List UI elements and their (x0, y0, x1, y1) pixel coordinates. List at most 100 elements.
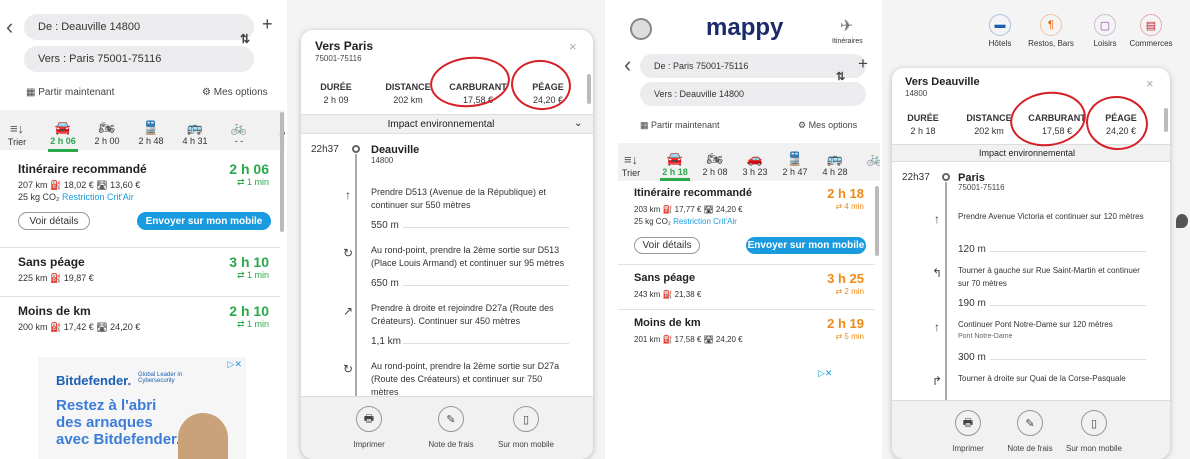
to-label: Vers : Paris 75001-75116 (38, 53, 162, 65)
straight-arrow-icon: ↑ (934, 212, 940, 226)
close-icon-right[interactable]: × (1146, 76, 1154, 91)
route-title[interactable]: Itinéraire recommandé (18, 162, 147, 176)
stat-1: DURÉE 2 h 18 (892, 113, 954, 136)
gear-icon-right: ⚙ (798, 120, 809, 130)
leisure-icon[interactable]: ▢ (1094, 14, 1116, 36)
mode-tab-6[interactable]: 🚲 (858, 151, 880, 167)
left-scrollbar[interactable] (280, 112, 284, 232)
send-to-mobile-button[interactable]: Envoyer sur mon mobile (137, 212, 271, 230)
footer-label[interactable]: Note de frais (411, 440, 491, 449)
details-button[interactable]: Voir détails (634, 237, 700, 254)
mode-tab-label: 2 h 18 (662, 167, 688, 177)
detail-scrollbar[interactable] (587, 74, 591, 104)
route-title[interactable]: Sans péage (634, 272, 695, 284)
shop-icon[interactable]: ▤ (1140, 14, 1162, 36)
mode-tab-3[interactable]: 🚆 2 h 48 (134, 120, 168, 146)
calendar-icon: ▦ (26, 87, 39, 98)
mode-tab-2[interactable]: 🏍 2 h 08 (698, 151, 732, 177)
to-input[interactable]: Vers : Paris 75001-75116 (24, 46, 254, 72)
profile-icon[interactable] (630, 18, 652, 40)
active-tab-underline (48, 149, 78, 152)
right-route-panel: mappy ✈ Itinéraires ‹ De : Paris 75001-7… (618, 0, 880, 459)
top-category-label[interactable]: Commerces (1121, 39, 1181, 48)
add-stop-icon-right[interactable]: + (858, 54, 868, 74)
depart-now-right[interactable]: ▦ Partir maintenant (640, 120, 720, 131)
critair-link[interactable]: Restriction Crit'Air (673, 217, 737, 226)
route-title[interactable]: Moins de km (18, 304, 91, 318)
map-marker-icon[interactable] (1176, 214, 1188, 228)
left-ad[interactable]: ▷✕ Bitdefender. Global Leader in Cyberse… (38, 357, 246, 459)
co2-info: 25 kg CO₂ Restriction Crit'Air (18, 192, 134, 202)
train-icon: 🚆 (786, 151, 804, 166)
mobile-icon[interactable]: ▯ (513, 406, 539, 432)
mode-tab-2[interactable]: 🏍 2 h 00 (90, 120, 124, 146)
route-title[interactable]: Itinéraire recommandé (634, 187, 752, 199)
traffic-delay: ⇄ 1 min (236, 270, 269, 280)
route-time: 2 h 10 (229, 303, 269, 319)
options-button-right[interactable]: ⚙ Mes options (798, 120, 857, 131)
logo-text: mappy (706, 14, 784, 41)
to-input-right[interactable]: Vers : Deauville 14800 (640, 82, 866, 106)
footer-label[interactable]: Imprimer (329, 440, 409, 449)
footer-label[interactable]: Sur mon mobile (1054, 444, 1134, 453)
car2-icon: 🚗 (746, 151, 764, 166)
detail-scrollbar-right[interactable] (1164, 108, 1168, 132)
route-separator (618, 264, 875, 265)
add-stop-icon[interactable]: + (262, 14, 273, 35)
impact-bar[interactable]: Impact environnemental ⌄ (301, 114, 593, 134)
roundabout-icon: ↻ (342, 362, 354, 376)
send-to-mobile-button[interactable]: Envoyer sur mon mobile (746, 237, 866, 254)
mobile-icon[interactable]: ▯ (1081, 410, 1107, 436)
step-instruction: Au rond-point, prendre la 2ème sortie su… (371, 245, 565, 268)
route-title[interactable]: Sans péage (18, 255, 85, 269)
footer-label[interactable]: Sur mon mobile (486, 440, 566, 449)
mode-tab-1[interactable]: 🚘 2 h 18 (658, 151, 692, 177)
critair-link[interactable]: Restriction Crit'Air (62, 192, 134, 202)
step-distance: 300 m (958, 352, 986, 363)
route-info: 225 km ⛽ 19,87 € (18, 273, 94, 283)
start-dot-icon (352, 145, 360, 153)
back-icon-right[interactable]: ‹ (624, 52, 631, 78)
restaurant-icon[interactable]: ¶ (1040, 14, 1062, 36)
details-button[interactable]: Voir détails (18, 212, 90, 230)
options-label-right: Mes options (808, 120, 858, 130)
mode-tab-5[interactable]: 🚲 - - (222, 120, 256, 146)
back-icon[interactable]: ‹ (6, 14, 13, 40)
top-category-label[interactable]: Restos, Bars (1021, 39, 1081, 48)
itinerary-icon[interactable]: ✈ (840, 16, 853, 36)
route-title[interactable]: Moins de km (634, 317, 701, 329)
close-icon[interactable]: × (569, 39, 577, 54)
right-scrollbar[interactable] (875, 186, 879, 256)
mode-tab-5[interactable]: 🚌 4 h 28 (818, 151, 852, 177)
mode-tab-4[interactable]: 🚆 2 h 47 (778, 151, 812, 177)
mappy-logo[interactable]: mappy (706, 14, 783, 42)
step-distance: 190 m (958, 298, 986, 309)
printer-icon[interactable]: 🖶 (356, 406, 382, 432)
itinerary-label: Itinéraires (832, 38, 863, 45)
depart-now[interactable]: ▦ Partir maintenant (26, 87, 114, 98)
traffic-delay: ⇄ 4 min (835, 202, 865, 211)
mode-tab-label: 2 h 47 (782, 167, 808, 177)
expense-note-icon[interactable]: ✎ (1017, 410, 1043, 436)
sort-button[interactable]: ≡↓ Trier (6, 121, 28, 147)
mode-tab-1[interactable]: 🚘 2 h 06 (46, 120, 80, 146)
from-input[interactable]: De : Deauville 14800 (24, 14, 254, 40)
route-time: 2 h 06 (229, 161, 269, 177)
from-input-right[interactable]: De : Paris 75001-75116 (640, 54, 866, 78)
printer-icon[interactable]: 🖶 (955, 410, 981, 436)
stat-value: 202 km (393, 95, 423, 105)
swap-icon[interactable]: ⇅ (240, 32, 250, 46)
mode-tab-3[interactable]: 🚗 3 h 23 (738, 151, 772, 177)
ad-choices-icon[interactable]: ▷✕ (228, 359, 242, 370)
route-time: 3 h 25 (827, 271, 864, 286)
route-time: 3 h 10 (229, 254, 269, 270)
route-separator (0, 296, 280, 297)
calendar-icon-right: ▦ (640, 120, 652, 130)
mode-tab-4[interactable]: 🚌 4 h 31 (178, 120, 212, 146)
expense-note-icon[interactable]: ✎ (438, 406, 464, 432)
ad-choices-icon-right[interactable]: ▷✕ (818, 368, 832, 379)
sort-button-right[interactable]: ≡↓ Trier (620, 152, 642, 178)
options-button[interactable]: ⚙ Mes options (202, 87, 268, 98)
hotel-icon[interactable]: ▬ (989, 14, 1011, 36)
swap-icon-right[interactable]: ⇅ (836, 70, 845, 83)
